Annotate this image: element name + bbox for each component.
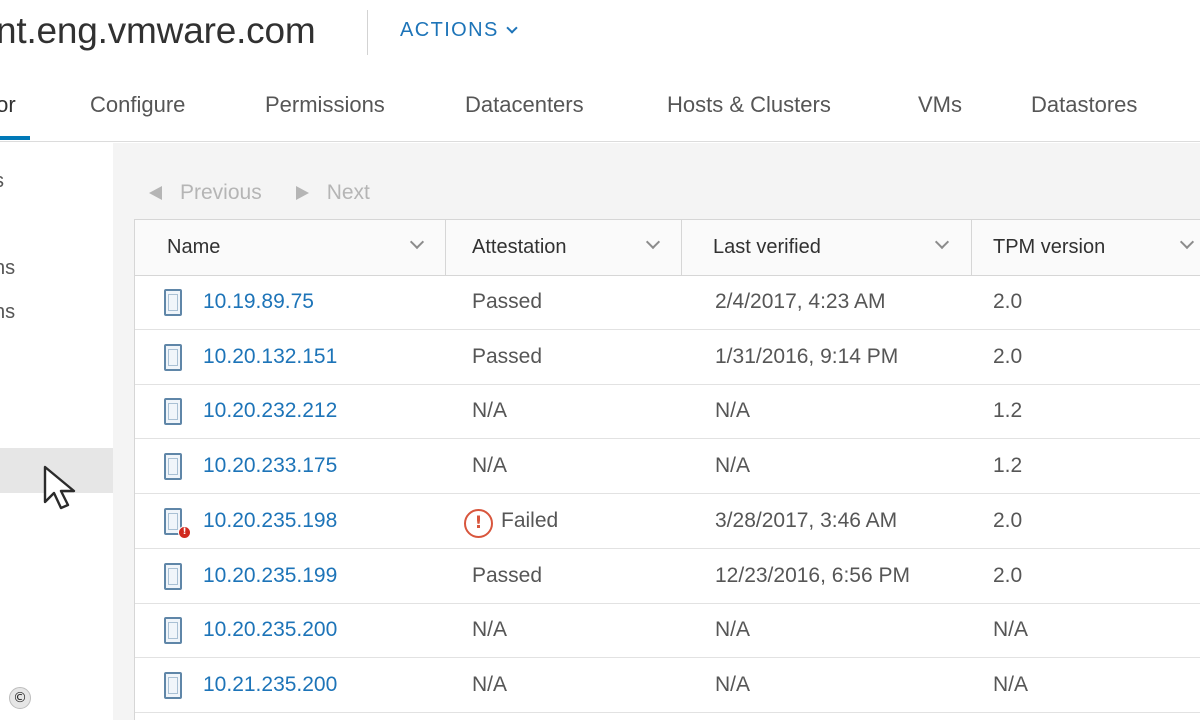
last-verified-cell: 12/23/2016, 6:56 PM bbox=[715, 563, 910, 587]
left-nav-item[interactable]: s bbox=[0, 170, 4, 193]
tpm-version-cell: N/A bbox=[993, 618, 1029, 642]
left-nav-item[interactable]: ns bbox=[0, 257, 15, 280]
column-label: TPM version bbox=[993, 236, 1106, 258]
hosts-datagrid: Name Attestation Last verified TPM versi… bbox=[134, 219, 1200, 720]
attestation-cell: Passed bbox=[472, 563, 543, 587]
column-header-tpm-version[interactable]: TPM version bbox=[972, 220, 1200, 276]
tpm-version-cell: 2.0 bbox=[993, 290, 1023, 313]
triangle-left-icon bbox=[149, 186, 162, 200]
attestation-cell: N/A bbox=[472, 672, 508, 696]
host-icon bbox=[164, 617, 182, 645]
next-button[interactable]: Next bbox=[295, 181, 370, 205]
tpm-version-cell: 1.2 bbox=[993, 454, 1023, 478]
last-verified-cell: N/A bbox=[715, 399, 751, 423]
tab-permissions[interactable]: Permissions bbox=[265, 92, 385, 118]
last-verified-cell: N/A bbox=[715, 618, 751, 642]
tab-datacenters[interactable]: Datacenters bbox=[465, 92, 584, 118]
tab-vms[interactable]: VMs bbox=[918, 92, 962, 118]
host-icon bbox=[164, 343, 182, 371]
copyright-watermark: © bbox=[9, 687, 31, 709]
active-tab-indicator bbox=[0, 136, 30, 140]
column-label: Attestation bbox=[472, 236, 567, 258]
exclamation-circle-icon: ! bbox=[464, 508, 493, 538]
host-name-link[interactable]: 10.20.132.151 bbox=[203, 345, 337, 369]
host-icon bbox=[164, 289, 182, 316]
host-name-link[interactable]: 10.19.89.75 bbox=[203, 290, 314, 314]
actions-menu-button[interactable]: ACTIONS bbox=[400, 19, 518, 42]
attestation-cell: Failed bbox=[501, 508, 559, 532]
last-verified-cell: N/A bbox=[715, 454, 751, 478]
attestation-cell: N/A bbox=[472, 399, 508, 423]
tab-monitor[interactable]: tor bbox=[0, 92, 16, 118]
column-label: Last verified bbox=[713, 236, 821, 258]
attestation-cell: Passed bbox=[472, 290, 543, 313]
tpm-version-cell: N/A bbox=[993, 672, 1029, 696]
content-area: Previous Next Name Attestation Last veri… bbox=[133, 143, 1200, 720]
tab-configure[interactable]: Configure bbox=[90, 92, 185, 118]
attestation-cell: N/A bbox=[472, 454, 508, 478]
last-verified-cell: 3/28/2017, 3:46 AM bbox=[715, 508, 898, 532]
table-row[interactable]: 10.20.235.200 N/A N/A N/A bbox=[135, 604, 1200, 659]
host-icon bbox=[164, 562, 182, 590]
column-header-name[interactable]: Name bbox=[135, 220, 446, 276]
host-icon bbox=[164, 398, 182, 426]
table-row[interactable]: 10.20.132.151 Passed 1/31/2016, 9:14 PM 2.0 bbox=[135, 331, 1200, 385]
host-name-link[interactable]: 10.20.232.212 bbox=[203, 399, 337, 423]
tab-datastores[interactable]: Datastores bbox=[1031, 92, 1137, 118]
attestation-cell: N/A bbox=[472, 618, 508, 642]
chevron-down-icon[interactable] bbox=[409, 234, 425, 250]
panel-splitter[interactable] bbox=[113, 143, 133, 720]
host-name-link[interactable]: 10.21.235.200 bbox=[203, 673, 337, 697]
table-row[interactable]: ! 10.20.235.198! Failed 3/28/2017, 3:46 AM 2… bbox=[135, 495, 1200, 549]
host-name-link[interactable]: 10.20.235.199 bbox=[203, 564, 337, 588]
next-label: Next bbox=[326, 181, 370, 204]
previous-label: Previous bbox=[180, 181, 262, 204]
column-header-attestation[interactable]: Attestation bbox=[446, 220, 682, 276]
host-icon bbox=[164, 453, 182, 481]
last-verified-cell: 2/4/2017, 4:23 AM bbox=[715, 290, 886, 313]
column-header-last-verified[interactable]: Last verified bbox=[682, 220, 972, 276]
mouse-pointer-icon bbox=[43, 465, 76, 510]
table-row[interactable]: 10.19.89.75 Passed 2/4/2017, 4:23 AM 2.0 bbox=[135, 276, 1200, 330]
table-row[interactable]: 10.20.232.212 N/A N/A 1.2 bbox=[135, 385, 1200, 440]
page-title: nt.eng.vmware.com bbox=[0, 10, 316, 51]
tab-bar: tor Configure Permissions Datacenters Ho… bbox=[0, 70, 1200, 142]
header-divider bbox=[367, 10, 368, 55]
tab-hosts-clusters[interactable]: Hosts & Clusters bbox=[667, 92, 831, 118]
chevron-down-icon[interactable] bbox=[645, 234, 661, 250]
host-icon: ! bbox=[164, 507, 191, 539]
tpm-version-cell: 2.0 bbox=[993, 508, 1023, 532]
host-name-link[interactable]: 10.20.235.198 bbox=[203, 509, 337, 533]
left-nav-item[interactable]: ns bbox=[0, 301, 15, 324]
chevron-down-icon[interactable] bbox=[934, 234, 950, 250]
pagination: Previous Next bbox=[149, 181, 370, 205]
attestation-cell: Passed bbox=[472, 344, 543, 368]
left-nav-panel: s ns ns bbox=[0, 143, 113, 720]
column-label: Name bbox=[167, 236, 221, 258]
datagrid-header: Name Attestation Last verified TPM versi… bbox=[135, 220, 1200, 276]
triangle-right-icon bbox=[295, 186, 309, 200]
actions-label: ACTIONS bbox=[400, 19, 499, 41]
error-badge-icon: ! bbox=[178, 525, 191, 539]
last-verified-cell: N/A bbox=[715, 672, 751, 696]
table-row[interactable]: 10.20.233.175 N/A N/A 1.2 bbox=[135, 440, 1200, 495]
host-name-link[interactable]: 10.20.233.175 bbox=[203, 454, 337, 478]
chevron-down-icon[interactable] bbox=[1179, 234, 1195, 250]
host-name-link[interactable]: 10.20.235.200 bbox=[203, 618, 337, 642]
tpm-version-cell: 1.2 bbox=[993, 399, 1023, 423]
host-icon bbox=[164, 671, 182, 699]
tpm-version-cell: 2.0 bbox=[993, 563, 1023, 587]
page-header: nt.eng.vmware.com ACTIONS bbox=[0, 0, 1200, 66]
previous-button[interactable]: Previous bbox=[149, 181, 262, 205]
table-row[interactable]: 10.20.235.199 Passed 12/23/2016, 6:56 PM 2.… bbox=[135, 550, 1200, 604]
chevron-down-icon bbox=[506, 22, 518, 34]
tpm-version-cell: 2.0 bbox=[993, 344, 1023, 368]
last-verified-cell: 1/31/2016, 9:14 PM bbox=[715, 344, 899, 368]
table-row[interactable]: 10.21.235.200 N/A N/A N/A bbox=[135, 659, 1200, 713]
